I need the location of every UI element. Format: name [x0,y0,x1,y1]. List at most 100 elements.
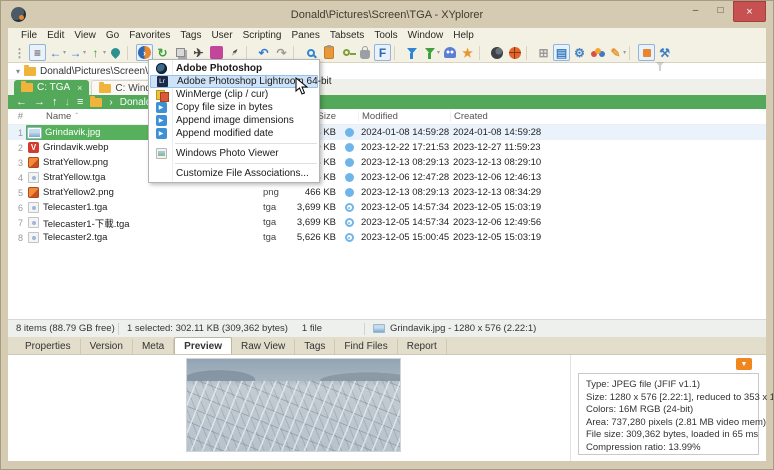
colors-icon[interactable] [589,44,606,61]
gear-icon[interactable]: ⚙ [571,44,588,61]
crumb-forward-icon[interactable]: → [34,96,45,108]
file-name-cell[interactable]: Telecaster2.tga [26,230,260,245]
file-label-dot[interactable] [340,218,358,227]
preview-image[interactable] [186,358,401,452]
menu-go[interactable]: Go [101,30,124,41]
file-row[interactable]: 8 Telecaster2.tga tga 5,626 KB 2023-12-05 15… [8,230,766,245]
menu-item-adobe[interactable]: Lr Adobe Photoshop Lightroom 64-bit [150,75,332,88]
mini-tree-icon[interactable] [638,44,656,61]
menu-toggle-icon[interactable]: ≡ [29,44,46,61]
minimize-button[interactable]: – [683,1,708,20]
brush-icon[interactable]: ✎ [607,44,624,61]
close-button[interactable]: × [733,1,766,22]
file-name-cell[interactable]: Telecaster1.tga [26,200,260,215]
paste-icon[interactable] [320,44,337,61]
ghost-icon[interactable] [441,44,458,61]
tree-collapse-icon[interactable]: ▾ [16,67,20,76]
menu-item-append[interactable]: ▶ Append modified date [150,127,318,140]
menu-item-copy[interactable]: ▶ Copy file size in bytes [150,101,318,114]
column-header-modified[interactable]: Modified [358,111,450,122]
crumb-back-icon[interactable]: ← [16,96,27,108]
file-label-dot[interactable] [340,143,358,152]
bag-icon[interactable] [356,44,373,61]
bottom-tab-preview[interactable]: Preview [174,337,232,354]
file-list-empty-area[interactable] [8,245,766,319]
column-header-created[interactable]: Created [450,111,546,122]
panes-grid-icon[interactable]: ⊞ [535,44,552,61]
menu-tabsets[interactable]: Tabsets [325,30,369,41]
up-icon[interactable]: ↑ [87,44,104,61]
file-row[interactable]: 6 Telecaster1.tga tga 3,699 KB 2023-12-05 14… [8,200,766,215]
crumb-up-icon[interactable]: ↑ [52,96,58,108]
key-icon[interactable] [338,44,357,61]
menu-favorites[interactable]: Favorites [124,30,175,41]
menu-file[interactable]: File [16,30,42,41]
forward-icon[interactable]: → [67,44,84,61]
menu-edit[interactable]: Edit [42,30,69,41]
breadcrumb-folder[interactable]: Donald [120,97,152,108]
back-icon[interactable]: ← [47,44,64,61]
file-label-dot[interactable] [340,173,358,182]
bottom-tab-tags[interactable]: Tags [295,339,336,354]
grip-icon[interactable]: ⋮ [11,44,28,61]
file-label-dot[interactable] [340,188,358,197]
menu-item-adobe[interactable]: Adobe Photoshop [150,62,318,75]
crumb-down-icon[interactable]: ↓ [65,96,71,108]
tab-c-tga[interactable]: C: TGA × [14,80,90,95]
file-row[interactable]: 4StratYellow.tgatga468 KB2023-12-06 12:4… [8,170,766,185]
filter-blue-icon[interactable] [403,44,420,61]
file-name: Grindavik.jpg [45,127,101,138]
menu-view[interactable]: View [69,30,101,41]
star-icon[interactable]: ★ [459,44,476,61]
file-row[interactable]: 1Grindavik.jpgjpg303 KB2024-01-08 14:59:… [8,125,766,140]
menu-panes[interactable]: Panes [286,30,324,41]
menu-item-winmerge[interactable]: WinMerge (clip / cur) [150,88,318,102]
filter-green-icon[interactable] [421,44,438,61]
menu-help[interactable]: Help [448,30,479,41]
menu-user[interactable]: User [206,30,237,41]
info-collapse-button[interactable]: ▼ [736,358,752,370]
maximize-button[interactable]: □ [708,1,733,20]
pane-splitter[interactable] [570,355,571,461]
moon-icon[interactable] [488,44,505,61]
menu-item-append[interactable]: ▶ Append image dimensions [150,114,318,127]
bottom-tab-raw-view[interactable]: Raw View [232,339,296,354]
menu-item-windows[interactable]: Windows Photo Viewer [150,147,318,160]
menu-window[interactable]: Window [403,30,449,41]
file-label-dot[interactable] [340,128,358,137]
file-created: 2023-12-06 12:46:13 [453,172,542,183]
file-label-dot[interactable] [340,203,358,212]
file-row[interactable]: 2VGrindavik.webpwebp159 KB2023-12-22 17:… [8,140,766,155]
file-number: 8 [17,232,23,243]
file-name-cell[interactable]: StratYellow2.png [26,185,260,200]
tree-pane[interactable]: ▾ Donald\Pictures\Screen\Tga [8,62,766,79]
tree-filter-icon[interactable] [656,62,664,78]
menu-tags[interactable]: Tags [175,30,206,41]
label-circle-icon [344,218,354,227]
bottom-tab-properties[interactable]: Properties [16,339,81,354]
menu-tools[interactable]: Tools [369,30,402,41]
tools-icon[interactable]: ⚒ [656,44,673,61]
panes-list-icon[interactable]: ▤ [553,44,571,61]
font-icon[interactable]: F [374,44,392,61]
menu-item-customize[interactable]: Customize File Associations... [150,167,318,180]
menu-scripting[interactable]: Scripting [238,30,287,41]
title-bar[interactable]: Donald\Pictures\Screen\TGA - XYplorer – … [8,1,766,28]
file-label-dot[interactable] [340,158,358,167]
crumb-folder-icon[interactable] [90,95,103,107]
file-label-dot[interactable] [340,233,358,242]
tab-close-icon[interactable]: × [77,83,82,93]
bottom-tab-report[interactable]: Report [398,339,447,354]
bottom-tab-version[interactable]: Version [81,339,133,354]
pin-icon[interactable] [107,44,124,61]
tree-node-path[interactable]: Donald\Pictures\Screen\Tga [40,66,165,77]
column-header-num[interactable]: # [8,111,26,122]
file-row[interactable]: 5 StratYellow2.png png 466 KB 2023-12-13 08:… [8,185,766,200]
bottom-tab-find-files[interactable]: Find Files [335,339,398,354]
bottom-tab-meta[interactable]: Meta [133,339,175,354]
file-row[interactable]: 7 Telecaster1-下載.tga tga 3,699 KB 2023-12-05… [8,215,766,230]
basketball-icon[interactable] [506,44,523,61]
file-name-cell[interactable]: Telecaster1-下載.tga [26,215,260,230]
crumb-menu-icon[interactable]: ≡ [77,96,83,108]
file-row[interactable]: 3StratYellow.pngpng456 KB2023-12-13 08:2… [8,155,766,170]
